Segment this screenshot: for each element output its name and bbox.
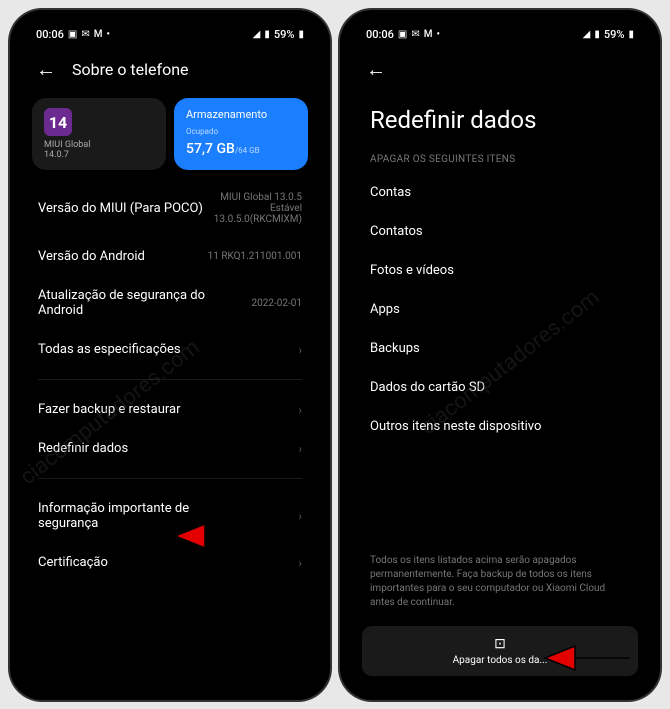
cards-row: 14 MIUI Global 14.0.7 Armazenamento Ocup… <box>20 94 320 174</box>
data-item-backups[interactable]: Backups <box>350 329 650 368</box>
settings-item-safety-info[interactable]: Informação importante de segurança › <box>20 489 320 543</box>
section-label: APAGAR OS SEGUINTES ITENS <box>350 150 650 173</box>
message-icon: ✉ <box>81 29 89 40</box>
data-item-apps[interactable]: Apps <box>350 290 650 329</box>
footer-warning: Todos os itens listados acima serão apag… <box>350 546 650 622</box>
status-battery: 59% <box>274 28 295 41</box>
erase-all-button[interactable]: ⊡ Apagar todos os da... <box>362 626 638 676</box>
miui-label: MIUI Global <box>44 140 154 150</box>
battery-icon: ▮ <box>298 29 304 40</box>
storage-card[interactable]: Armazenamento Ocupado 57,7 GB/64 GB <box>174 98 308 170</box>
screen-right: 00:06 ▣ ✉ M • ◢ ▮ 59% ▮ ← Redefinir dado… <box>350 20 650 690</box>
back-button[interactable]: ← <box>36 57 56 82</box>
miui-version: 14.0.7 <box>44 150 154 160</box>
miui-version-card[interactable]: 14 MIUI Global 14.0.7 <box>32 98 166 170</box>
chevron-right-icon: › <box>298 403 302 417</box>
gmail-icon: M <box>424 29 433 40</box>
battery-icon: ▮ <box>628 29 634 40</box>
header: ← <box>350 45 650 94</box>
settings-item-security-update[interactable]: Atualização de segurança do Android 2022… <box>20 276 320 330</box>
settings-item-certification[interactable]: Certificação › <box>20 543 320 582</box>
statusbar: 00:06 ▣ ✉ M • ◢ ▮ 59% ▮ <box>350 20 650 45</box>
photo-icon: ▣ <box>398 29 407 40</box>
settings-item-specs[interactable]: Todas as especificações › <box>20 330 320 369</box>
erase-label: Apagar todos os da... <box>372 655 628 666</box>
divider <box>38 478 302 479</box>
status-time: 00:06 <box>36 28 64 41</box>
settings-item-backup[interactable]: Fazer backup e restaurar › <box>20 390 320 429</box>
settings-list-1: Versão do MIUI (Para POCO) MIUI Global 1… <box>20 174 320 375</box>
phone-right: 00:06 ▣ ✉ M • ◢ ▮ 59% ▮ ← Redefinir dado… <box>340 10 660 700</box>
photo-icon: ▣ <box>68 29 77 40</box>
data-item-photos[interactable]: Fotos e vídeos <box>350 251 650 290</box>
message-icon: ✉ <box>411 29 419 40</box>
chevron-right-icon: › <box>298 343 302 357</box>
screen-left: 00:06 ▣ ✉ M • ◢ ▮ 59% ▮ ← Sobre o telefo… <box>20 20 320 690</box>
storage-sub: Ocupado <box>186 127 296 136</box>
settings-item-factory-reset[interactable]: Redefinir dados › <box>20 429 320 468</box>
data-item-other[interactable]: Outros itens neste dispositivo <box>350 407 650 446</box>
phone-left: 00:06 ▣ ✉ M • ◢ ▮ 59% ▮ ← Sobre o telefo… <box>10 10 330 700</box>
settings-list-3: Informação importante de segurança › Cer… <box>20 483 320 588</box>
data-items-list: Contas Contatos Fotos e vídeos Apps Back… <box>350 173 650 446</box>
dot-icon: • <box>437 29 441 40</box>
chevron-right-icon: › <box>298 442 302 456</box>
data-item-contacts[interactable]: Contatos <box>350 212 650 251</box>
signal-icon: ▮ <box>594 29 600 40</box>
wifi-icon: ◢ <box>253 29 261 40</box>
data-item-sd[interactable]: Dados do cartão SD <box>350 368 650 407</box>
data-item-accounts[interactable]: Contas <box>350 173 650 212</box>
settings-item-android[interactable]: Versão do Android 11 RKQ1.211001.001 <box>20 237 320 276</box>
statusbar: 00:06 ▣ ✉ M • ◢ ▮ 59% ▮ <box>20 20 320 45</box>
dot-icon: • <box>107 29 111 40</box>
back-button[interactable]: ← <box>366 57 386 82</box>
storage-total: /64 GB <box>235 146 260 155</box>
page-title: Sobre o telefone <box>72 60 189 79</box>
storage-title: Armazenamento <box>186 108 296 121</box>
wifi-icon: ◢ <box>583 29 591 40</box>
status-time: 00:06 <box>366 28 394 41</box>
settings-item-miui[interactable]: Versão do MIUI (Para POCO) MIUI Global 1… <box>20 180 320 237</box>
miui-icon: 14 <box>44 108 72 136</box>
chevron-right-icon: › <box>298 556 302 570</box>
gmail-icon: M <box>94 29 103 40</box>
page-title: Redefinir dados <box>350 94 650 150</box>
camera-reset-icon: ⊡ <box>372 636 628 652</box>
signal-icon: ▮ <box>264 29 270 40</box>
header: ← Sobre o telefone <box>20 45 320 94</box>
storage-used: 57,7 GB <box>186 141 235 157</box>
chevron-right-icon: › <box>298 509 302 523</box>
status-battery: 59% <box>604 28 625 41</box>
settings-list-2: Fazer backup e restaurar › Redefinir dad… <box>20 384 320 474</box>
divider <box>38 379 302 380</box>
